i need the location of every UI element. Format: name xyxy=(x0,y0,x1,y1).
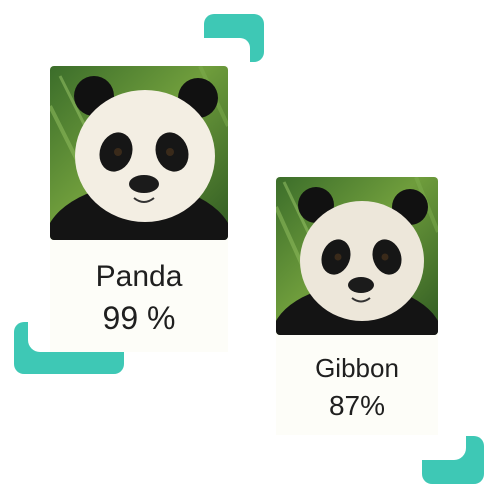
panda-photo-perturbed xyxy=(276,177,438,335)
comparison-stage: Panda 99 % Gibbon 87% xyxy=(0,0,500,500)
panda-photo xyxy=(50,66,228,240)
right-corner-bracket xyxy=(422,436,484,484)
card-label-name: Gibbon xyxy=(315,353,399,383)
prediction-card-panda: Panda 99 % xyxy=(50,66,228,352)
panda-face-illustration xyxy=(50,66,228,240)
card-label-name: Panda xyxy=(95,260,183,293)
card-confidence-value: 99 % xyxy=(102,300,176,336)
top-corner-bracket xyxy=(204,14,264,64)
panda-face-illustration xyxy=(276,177,438,335)
card-confidence-value: 87% xyxy=(328,390,386,421)
prediction-card-gibbon: Gibbon 87% xyxy=(276,177,438,435)
